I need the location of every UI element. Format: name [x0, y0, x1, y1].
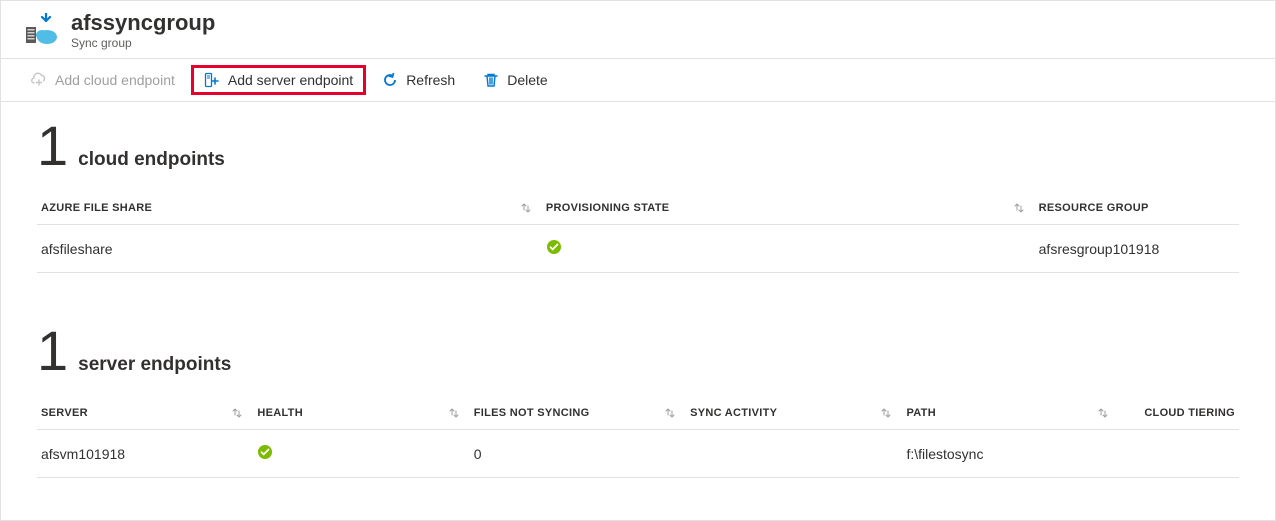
cloud-endpoints-section: 1 cloud endpoints AZURE FILE SHARE PROVI… [37, 118, 1239, 273]
delete-button[interactable]: Delete [471, 66, 559, 94]
cell-files-not-syncing: 0 [470, 430, 686, 478]
cell-health [253, 430, 469, 478]
refresh-icon [382, 72, 398, 88]
trash-icon [483, 72, 499, 88]
cloud-endpoints-count: 1 [37, 118, 68, 174]
sort-icon [664, 407, 676, 419]
server-endpoints-title: 1 server endpoints [37, 323, 1239, 379]
col-resource-group[interactable]: RESOURCE GROUP [1035, 194, 1239, 225]
cloud-endpoints-label: cloud endpoints [78, 149, 225, 171]
refresh-label: Refresh [406, 72, 455, 88]
server-endpoints-label: server endpoints [78, 354, 231, 376]
sync-service-icon [25, 13, 59, 47]
col-cloud-tiering[interactable]: CLOUD TIERING [1119, 399, 1239, 430]
col-health[interactable]: HEALTH [253, 399, 469, 430]
col-azure-file-share[interactable]: AZURE FILE SHARE [37, 194, 542, 225]
refresh-button[interactable]: Refresh [370, 66, 467, 94]
col-path[interactable]: PATH [902, 399, 1118, 430]
page-subtitle: Sync group [71, 36, 215, 50]
cloud-plus-icon [31, 72, 47, 88]
add-cloud-label: Add cloud endpoint [55, 72, 175, 88]
add-server-endpoint-button[interactable]: Add server endpoint [191, 65, 366, 95]
cell-server: afsvm101918 [37, 430, 253, 478]
table-row[interactable]: afsfileshare afsresgroup101918 [37, 225, 1239, 273]
cell-sync-activity [686, 430, 902, 478]
cell-file-share: afsfileshare [37, 225, 542, 273]
sort-icon [520, 202, 532, 214]
cell-cloud-tiering [1119, 430, 1239, 478]
col-sync-activity[interactable]: SYNC ACTIVITY [686, 399, 902, 430]
command-bar: Add cloud endpoint Add server endpoint R… [1, 58, 1275, 102]
cell-resource-group: afsresgroup101918 [1035, 225, 1239, 273]
server-plus-icon [204, 72, 220, 88]
check-circle-icon [257, 444, 273, 460]
col-server[interactable]: SERVER [37, 399, 253, 430]
page-title: afssyncgroup [71, 11, 215, 35]
sort-icon [880, 407, 892, 419]
col-files-not-syncing[interactable]: FILES NOT SYNCING [470, 399, 686, 430]
page-header: afssyncgroup Sync group [1, 1, 1275, 58]
add-server-label: Add server endpoint [228, 72, 353, 88]
cloud-endpoints-table: AZURE FILE SHARE PROVISIONING STATE RESO… [37, 194, 1239, 273]
sort-icon [1013, 202, 1025, 214]
add-cloud-endpoint-button: Add cloud endpoint [19, 66, 187, 94]
table-row[interactable]: afsvm101918 0 f:\filestosync [37, 430, 1239, 478]
server-endpoints-section: 1 server endpoints SERVER HEALTH FILES N… [37, 323, 1239, 478]
cell-path: f:\filestosync [902, 430, 1118, 478]
sort-icon [448, 407, 460, 419]
cell-provisioning-state [542, 225, 1035, 273]
col-provisioning-state[interactable]: PROVISIONING STATE [542, 194, 1035, 225]
main-content: 1 cloud endpoints AZURE FILE SHARE PROVI… [1, 102, 1275, 488]
cloud-endpoints-title: 1 cloud endpoints [37, 118, 1239, 174]
delete-label: Delete [507, 72, 547, 88]
server-endpoints-count: 1 [37, 323, 68, 379]
sort-icon [1097, 407, 1109, 419]
check-circle-icon [546, 239, 562, 255]
server-endpoints-table: SERVER HEALTH FILES NOT SYNCING SYNC ACT… [37, 399, 1239, 478]
header-text: afssyncgroup Sync group [71, 11, 215, 50]
sort-icon [231, 407, 243, 419]
